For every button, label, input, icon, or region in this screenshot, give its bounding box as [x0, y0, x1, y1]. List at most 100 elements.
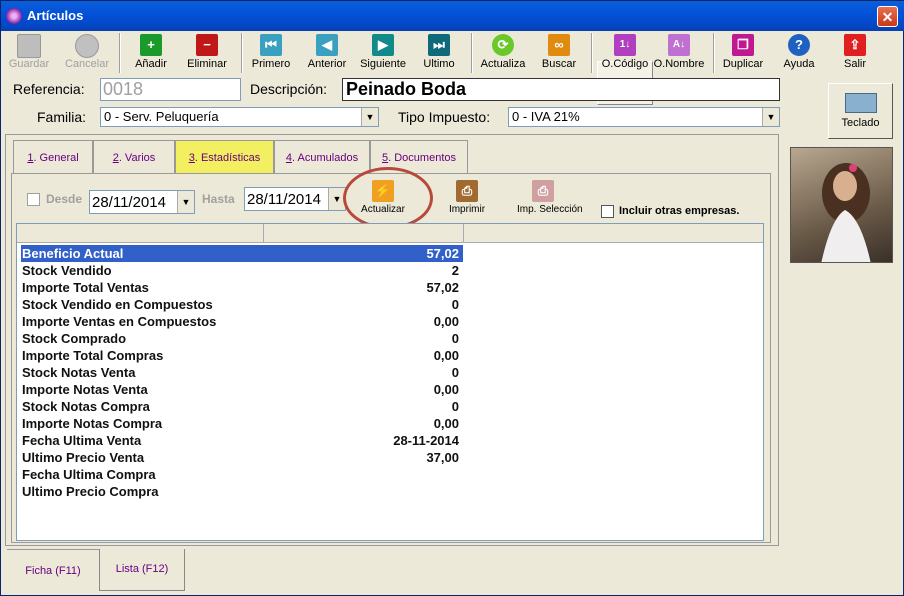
highlight-circle: [343, 167, 433, 229]
chevron-down-icon[interactable]: ▼: [762, 108, 779, 126]
tab-acumulados[interactable]: 4. Acumulados: [274, 140, 370, 174]
stats-row[interactable]: Fecha Ultima Venta 28-11-2014: [21, 432, 463, 449]
printer-icon: ⎙: [456, 180, 478, 202]
eliminar-button[interactable]: − Eliminar: [187, 31, 227, 75]
stats-row-label: Importe Total Ventas: [22, 280, 149, 295]
stats-row[interactable]: Fecha Ultima Compra: [21, 466, 463, 483]
toolbar-separator: [119, 33, 121, 73]
cancel-icon: [75, 34, 99, 58]
hasta-date-picker[interactable]: 28/11/2014 ▼: [244, 187, 346, 211]
tipo-impuesto-label: Tipo Impuesto:: [398, 109, 491, 125]
toolbar-separator: [241, 33, 243, 73]
stats-row-label: Ultimo Precio Venta: [22, 450, 145, 465]
save-icon: [17, 34, 41, 58]
stats-row-label: Stock Vendido: [22, 263, 112, 278]
tab-ficha[interactable]: Ficha (F11): [7, 549, 99, 591]
guardar-button[interactable]: Guardar: [9, 31, 49, 75]
stats-row[interactable]: Importe Notas Compra 0,00: [21, 415, 463, 432]
articulos-window: Artículos ✕ Guardar Cancelar + Añadir − …: [0, 0, 904, 596]
sort-name-icon: A↓: [668, 34, 690, 56]
desde-date-picker[interactable]: 28/11/2014 ▼: [89, 190, 195, 214]
stats-grid[interactable]: Beneficio Actual 57,02 Stock Vendido 2 Impor…: [16, 223, 764, 541]
stats-row-value: 37,00: [426, 450, 459, 465]
stats-row-value: 0,00: [433, 416, 459, 431]
stats-row[interactable]: Importe Total Compras 0,00: [21, 347, 463, 364]
plus-icon: +: [140, 34, 162, 56]
duplicate-icon: ❐: [732, 34, 754, 56]
stats-row-label: Stock Comprado: [22, 331, 127, 346]
familia-value: 0 - Serv. Peluquería: [104, 109, 219, 124]
anadir-button[interactable]: + Añadir: [131, 31, 171, 75]
cancelar-button[interactable]: Cancelar: [65, 31, 109, 75]
tipo-impuesto-value: 0 - IVA 21%: [512, 109, 580, 124]
teclado-button[interactable]: Teclado: [828, 83, 893, 139]
exit-icon: ⇪: [844, 34, 866, 56]
imp-seleccion-button[interactable]: ⎙ Imp. Selección: [517, 177, 583, 221]
stats-row[interactable]: Ultimo Precio Venta 37,00: [21, 449, 463, 466]
article-photo: [790, 147, 893, 263]
stats-row-label: Stock Notas Venta: [22, 365, 136, 380]
anterior-button[interactable]: ◀ Anterior: [307, 31, 347, 75]
tipo-impuesto-select[interactable]: 0 - IVA 21% ▼: [508, 107, 780, 127]
stats-row-value: 0: [451, 331, 459, 346]
primero-button[interactable]: ⏮ Primero: [251, 31, 291, 75]
onombre-button[interactable]: A↓ O.Nombre: [654, 31, 704, 75]
buscar-button[interactable]: ∞ Buscar: [539, 31, 579, 75]
stats-row-label: Importe Total Compras: [22, 348, 164, 363]
toolbar-separator: [471, 33, 473, 73]
descripcion-label: Descripción:: [250, 81, 328, 97]
close-button[interactable]: ✕: [877, 6, 898, 27]
familia-select[interactable]: 0 - Serv. Peluquería ▼: [100, 107, 379, 127]
grid-header-col-2[interactable]: [264, 224, 464, 242]
refresh-icon: ⟳: [492, 34, 514, 56]
salir-button[interactable]: ⇪ Salir: [835, 31, 875, 75]
stats-row-value: 0,00: [433, 382, 459, 397]
stats-row-value: 57,02: [426, 246, 459, 261]
minus-icon: −: [196, 34, 218, 56]
stats-row-value: 28-11-2014: [393, 433, 459, 448]
stats-row-label: Importe Notas Venta: [22, 382, 148, 397]
stats-row-label: Importe Ventas en Compuestos: [22, 314, 217, 329]
stats-row-value: 0: [451, 297, 459, 312]
stats-row-value: 2: [451, 263, 459, 278]
siguiente-button[interactable]: ▶ Siguiente: [360, 31, 406, 75]
stats-row[interactable]: Beneficio Actual 57,02: [21, 245, 463, 262]
grid-header-col-1[interactable]: [17, 224, 264, 242]
stats-row-value: 0: [451, 399, 459, 414]
keyboard-icon: [844, 93, 877, 113]
stats-row[interactable]: Importe Notas Venta 0,00: [21, 381, 463, 398]
chevron-down-icon[interactable]: ▼: [177, 191, 194, 213]
stats-row-label: Stock Vendido en Compuestos: [22, 297, 213, 312]
stats-row[interactable]: Importe Ventas en Compuestos 0,00: [21, 313, 463, 330]
tab-general[interactable]: 1. General: [13, 140, 93, 174]
sort-code-icon: 1↓: [614, 34, 636, 56]
ocodigo-button[interactable]: 1↓ O.Código: [602, 31, 648, 75]
referencia-field[interactable]: 0018: [100, 78, 241, 101]
familia-label: Familia:: [37, 109, 87, 125]
stats-row[interactable]: Stock Comprado 0: [21, 330, 463, 347]
incluir-label: Incluir otras empresas.: [619, 205, 740, 217]
duplicar-button[interactable]: ❐ Duplicar: [723, 31, 763, 75]
chevron-down-icon[interactable]: ▼: [361, 108, 378, 126]
stats-row-label: Fecha Ultima Venta: [22, 433, 142, 448]
ayuda-button[interactable]: ? Ayuda: [779, 31, 819, 75]
stats-row[interactable]: Stock Vendido 2: [21, 262, 463, 279]
stats-row-label: Fecha Ultima Compra: [22, 467, 156, 482]
toolbar: Guardar Cancelar + Añadir − Eliminar ⏮ P…: [1, 31, 904, 105]
tab-lista[interactable]: Lista (F12): [99, 549, 185, 591]
desde-checkbox[interactable]: [27, 193, 40, 206]
tab-varios[interactable]: 2. Varios: [93, 140, 175, 174]
stats-row[interactable]: Stock Notas Compra 0: [21, 398, 463, 415]
stats-row[interactable]: Importe Total Ventas 57,02: [21, 279, 463, 296]
ultimo-button[interactable]: ⏭ Ultimo: [419, 31, 459, 75]
stats-row-label: Beneficio Actual: [22, 246, 124, 261]
stats-row[interactable]: Ultimo Precio Compra: [21, 483, 463, 500]
stats-row[interactable]: Stock Notas Venta 0: [21, 364, 463, 381]
tab-estadisticas[interactable]: 3. Estadísticas: [175, 140, 274, 174]
incluir-checkbox[interactable]: [601, 205, 614, 218]
descripcion-field[interactable]: Peinado Boda: [342, 78, 780, 101]
imprimir-button[interactable]: ⎙ Imprimir: [447, 177, 487, 221]
actualiza-button[interactable]: ⟳ Actualiza: [481, 31, 525, 75]
hasta-label: Hasta: [202, 192, 235, 206]
stats-row[interactable]: Stock Vendido en Compuestos 0: [21, 296, 463, 313]
